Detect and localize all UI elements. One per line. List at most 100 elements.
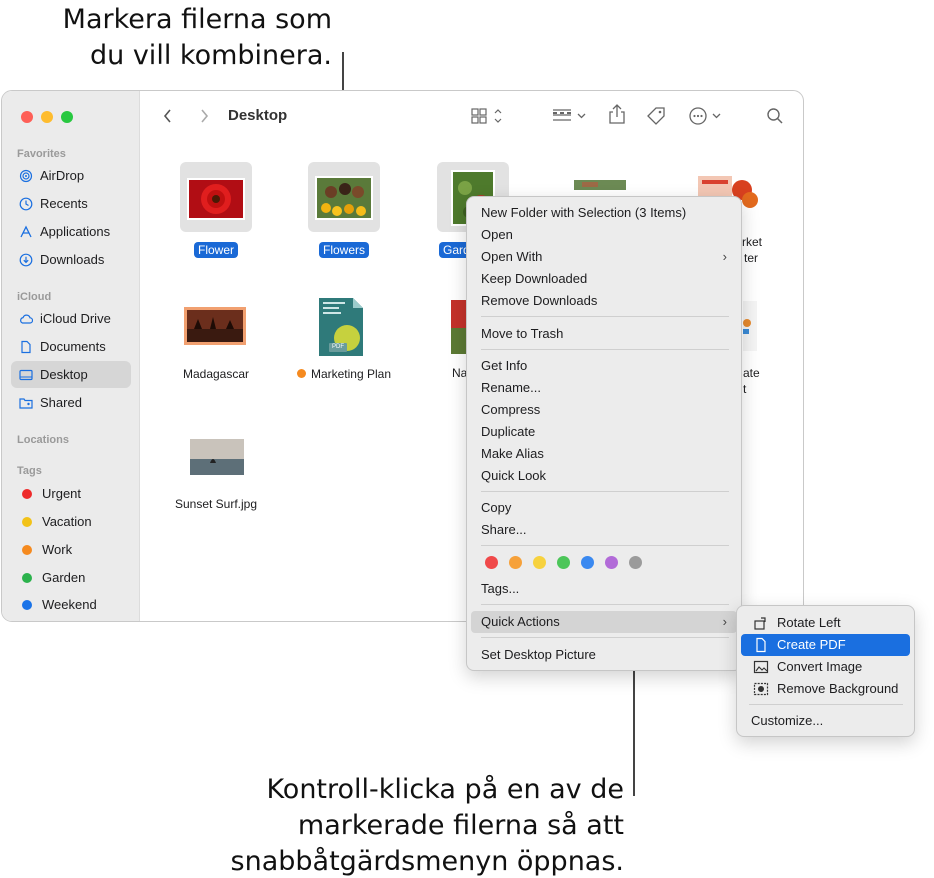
applications-icon <box>20 225 32 237</box>
document-icon <box>756 637 766 653</box>
airdrop-icon <box>19 169 33 182</box>
submenu-create-pdf[interactable]: Create PDF <box>741 634 910 656</box>
sidebar-header-icloud: iCloud <box>17 291 52 303</box>
zoom-window-button[interactable] <box>61 111 73 123</box>
remove-background-icon <box>753 682 769 696</box>
tag-icon <box>647 107 665 125</box>
menu-separator <box>481 604 729 605</box>
window-title: Desktop <box>228 107 288 124</box>
file-label-with-tag: Marketing Plan <box>280 367 408 381</box>
tag-color-row <box>485 556 642 569</box>
sidebar-item-desktop[interactable]: Desktop <box>11 361 131 388</box>
search-icon <box>767 108 783 124</box>
sidebar-tag-vacation[interactable]: Vacation <box>11 508 131 535</box>
tag-yellow-dot[interactable] <box>533 556 546 569</box>
pdf-badge: PDF <box>332 344 344 350</box>
tag-purple-dot[interactable] <box>605 556 618 569</box>
submenu-remove-background[interactable]: Remove Background <box>741 678 910 700</box>
market-photo-thumbnail <box>572 176 628 190</box>
menu-make-alias[interactable]: Make Alias <box>471 443 737 465</box>
menu-separator <box>481 637 729 638</box>
document-icon <box>21 340 31 353</box>
submenu-customize[interactable]: Customize... <box>741 710 910 732</box>
sidebar-item-airdrop[interactable]: AirDrop <box>11 162 131 189</box>
sidebar-item-label: Documents <box>40 339 106 354</box>
menu-remove-downloads[interactable]: Remove Downloads <box>471 290 737 312</box>
menu-compress[interactable]: Compress <box>471 399 737 421</box>
submenu-rotate-left[interactable]: Rotate Left <box>741 612 910 634</box>
callout-select-files: Markera filerna som du vill kombinera. <box>62 4 332 71</box>
file-label: Flower <box>193 242 238 258</box>
menu-open[interactable]: Open <box>471 224 737 246</box>
tag-blue-dot[interactable] <box>581 556 594 569</box>
menu-separator <box>481 349 729 350</box>
file-label-partial: t <box>743 382 747 396</box>
tag-button[interactable] <box>645 106 667 126</box>
tag-gray-dot[interactable] <box>629 556 642 569</box>
chevron-left-icon <box>163 109 171 123</box>
view-mode-button[interactable] <box>471 106 505 126</box>
file-label-partial: ate <box>743 366 760 380</box>
share-button[interactable] <box>608 104 626 124</box>
sidebar-item-downloads[interactable]: Downloads <box>11 246 131 273</box>
group-by-button[interactable] <box>551 106 589 126</box>
sidebar-item-documents[interactable]: Documents <box>11 333 131 360</box>
chevron-right-icon: › <box>722 249 727 264</box>
sidebar-tag-weekend[interactable]: Weekend <box>11 591 131 618</box>
image-icon <box>753 660 769 674</box>
tag-green-dot[interactable] <box>557 556 570 569</box>
menu-separator <box>481 316 729 317</box>
menu-quick-actions[interactable]: Quick Actions › <box>471 611 737 633</box>
menu-get-info[interactable]: Get Info <box>471 355 737 377</box>
forward-button[interactable] <box>198 106 210 126</box>
flowers-thumbnail <box>315 176 373 220</box>
menu-quick-look[interactable]: Quick Look <box>471 465 737 487</box>
sidebar-tag-garden[interactable]: Garden <box>11 564 131 591</box>
sidebar-item-label: iCloud Drive <box>40 311 111 326</box>
menu-share[interactable]: Share... <box>471 519 737 541</box>
desktop-icon <box>19 369 33 380</box>
sidebar-tag-work[interactable]: Work <box>11 536 131 563</box>
menu-new-folder-with-selection[interactable]: New Folder with Selection (3 Items) <box>471 202 737 224</box>
sidebar-item-shared[interactable]: Shared <box>11 389 131 416</box>
file-label-partial: ter <box>744 251 759 265</box>
clock-icon <box>19 197 33 210</box>
submenu-convert-image[interactable]: Convert Image <box>741 656 910 678</box>
menu-keep-downloaded[interactable]: Keep Downloaded <box>471 268 737 290</box>
chevron-right-icon <box>201 109 209 123</box>
menu-duplicate[interactable]: Duplicate <box>471 421 737 443</box>
share-icon <box>609 104 625 124</box>
tag-color-dot <box>22 572 32 583</box>
back-button[interactable] <box>162 106 174 126</box>
sidebar-item-applications[interactable]: Applications <box>11 218 131 245</box>
more-actions-button[interactable] <box>688 106 726 126</box>
search-button[interactable] <box>766 106 784 126</box>
sidebar-item-label: Shared <box>40 395 82 410</box>
menu-open-with[interactable]: Open With › <box>471 246 737 268</box>
sunset-surf-thumbnail <box>188 437 246 477</box>
tag-orange-dot[interactable] <box>509 556 522 569</box>
menu-copy[interactable]: Copy <box>471 497 737 519</box>
menu-set-desktop-picture[interactable]: Set Desktop Picture <box>471 644 737 666</box>
sidebar-item-icloud-drive[interactable]: iCloud Drive <box>11 305 131 332</box>
context-menu: New Folder with Selection (3 Items) Open… <box>466 196 742 671</box>
rotate-left-icon <box>754 617 766 630</box>
menu-rename[interactable]: Rename... <box>471 377 737 399</box>
shared-folder-icon <box>19 397 33 409</box>
minimize-window-button[interactable] <box>41 111 53 123</box>
menu-tags[interactable]: Tags... <box>471 578 737 600</box>
cloud-icon <box>20 314 33 324</box>
sidebar-item-label: AirDrop <box>40 168 85 183</box>
flower-thumbnail <box>187 178 245 220</box>
tag-color-dot <box>22 544 32 555</box>
sidebar-item-label: Recents <box>40 196 88 211</box>
quick-actions-submenu: Rotate Left Create PDF Convert Image Rem… <box>736 605 915 737</box>
sidebar-tag-urgent[interactable]: Urgent <box>11 480 131 507</box>
tag-red-dot[interactable] <box>485 556 498 569</box>
menu-move-to-trash[interactable]: Move to Trash <box>471 323 737 345</box>
sidebar-item-label: Applications <box>40 224 111 239</box>
close-window-button[interactable] <box>21 111 33 123</box>
grid-view-icon <box>471 108 502 124</box>
sidebar-header-locations: Locations <box>17 434 69 446</box>
sidebar-item-recents[interactable]: Recents <box>11 190 131 217</box>
